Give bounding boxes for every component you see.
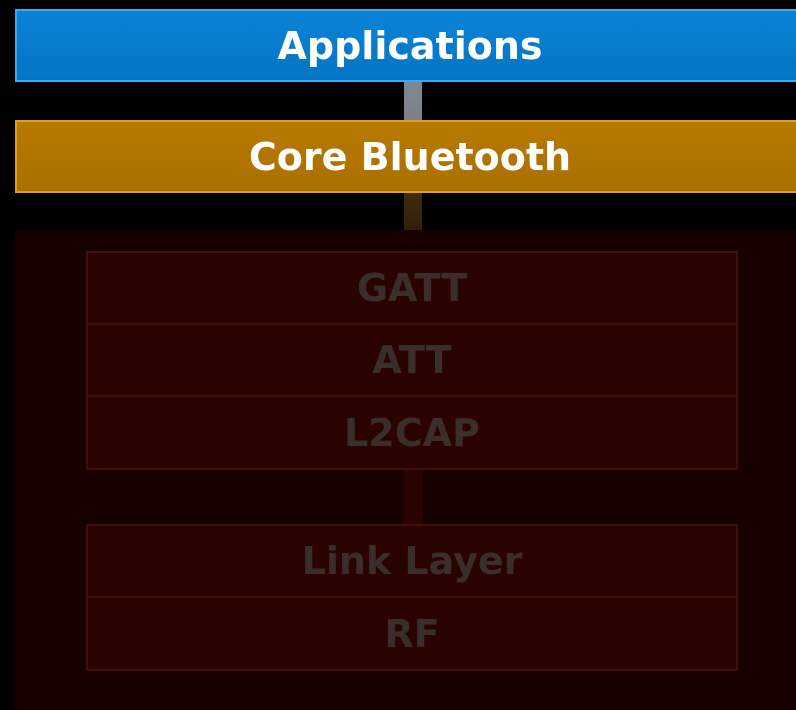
- link-layer: Link Layer: [88, 526, 736, 598]
- l2cap-layer: L2CAP: [344, 411, 480, 455]
- applications-layer: Applications: [15, 9, 796, 82]
- gatt-layer: GATT: [88, 253, 736, 325]
- applications-label: Applications: [277, 23, 543, 68]
- core-bluetooth-label: Core Bluetooth: [248, 134, 572, 179]
- connector-host-controller: [403, 470, 423, 524]
- connector-apps-core: [404, 82, 422, 120]
- controller-stack: Link Layer RF: [86, 524, 738, 671]
- rf-layer: RF: [384, 612, 440, 656]
- core-bluetooth-layer: Core Bluetooth: [15, 120, 796, 193]
- att-layer: ATT: [88, 325, 736, 397]
- host-stack: GATT ATT L2CAP: [86, 251, 738, 470]
